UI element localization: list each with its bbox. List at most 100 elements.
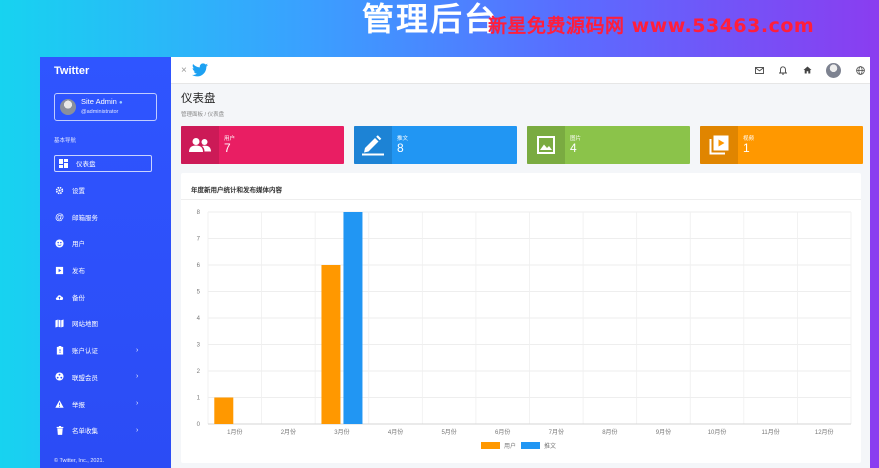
sidebar-item[interactable]: 设置 — [40, 177, 171, 204]
chevron-right-icon: › — [136, 400, 139, 408]
chart-panel: 年度新用户统计和发布媒体内容 0 1 2 3 4 5 6 7 8 1月份 2月份 3月份 4月份 5月份 6… — [181, 173, 861, 463]
sidebar-item-label: 用户 — [72, 241, 85, 249]
stat-card-value: 4 — [570, 141, 577, 155]
x-tick-label: 4月份 — [388, 428, 403, 436]
chevron-right-icon: › — [136, 426, 139, 434]
close-icon[interactable]: × — [181, 65, 187, 76]
sidebar-item[interactable]: 联盟会员 › — [40, 364, 171, 391]
verify-icon — [55, 345, 64, 355]
mail-icon[interactable] — [754, 65, 764, 75]
stat-card[interactable]: 用户 7 — [181, 126, 344, 164]
sidebar-item-label: 备份 — [72, 294, 85, 302]
affiliate-icon — [55, 372, 64, 381]
user-icon — [55, 239, 64, 248]
sidebar-item[interactable]: 名单收集 › — [40, 417, 171, 444]
y-tick-label: 0 — [197, 422, 201, 428]
sidebar-user-name: Site Admin — [81, 97, 117, 106]
x-tick-label: 1月份 — [227, 428, 242, 436]
publish-icon — [55, 266, 64, 275]
sidebar-item[interactable]: 网站地图 — [40, 310, 171, 337]
x-tick-label: 5月份 — [441, 428, 456, 436]
x-tick-label: 9月份 — [656, 428, 671, 436]
stat-card[interactable]: 推文 8 — [354, 126, 517, 164]
sidebar-item-label: 网站地图 — [72, 321, 98, 329]
legend-swatch — [481, 442, 500, 449]
x-tick-label: 2月份 — [281, 428, 296, 436]
breadcrumb[interactable]: 管理面板 / 仪表盘 — [181, 110, 870, 118]
sidebar-item[interactable]: 备份 — [40, 283, 171, 310]
map-icon — [55, 319, 64, 328]
stat-cards: 用户 7 推文 8 图片 4 视频 1 — [171, 118, 870, 164]
y-tick-label: 2 — [197, 369, 201, 375]
sidebar-item-label: 账户认证 — [72, 348, 98, 356]
users-icon — [181, 126, 219, 164]
sidebar-item[interactable]: 用户 — [40, 230, 171, 257]
banner-title: 管理后台 — [362, 0, 499, 38]
page-title: 仪表盘 — [181, 93, 216, 105]
home-icon[interactable] — [802, 65, 812, 75]
y-tick-label: 1 — [197, 396, 201, 402]
sidebar-item[interactable]: 仪表盘 — [40, 150, 171, 177]
sidebar-item-label: 设置 — [72, 188, 85, 196]
trash-icon — [55, 425, 64, 435]
cloud-upload-icon — [55, 292, 64, 301]
x-tick-label: 7月份 — [549, 428, 564, 436]
y-tick-label: 5 — [197, 290, 201, 296]
x-tick-label: 6月份 — [495, 428, 510, 436]
sidebar-menu: 仪表盘 设置 @ 邮箱服务 用户 发布 备份 网站地图 账户认证 › 联盟会员 › 举报 › 名单收集 › — [40, 150, 171, 444]
x-tick-label: 10月份 — [708, 428, 727, 436]
topbar: × — [171, 57, 870, 84]
bar-用户-3月份 — [321, 265, 341, 424]
sidebar-user-card[interactable]: Site Admin ● @administrator — [54, 93, 157, 121]
sidebar-item-label: 邮箱服务 — [72, 214, 98, 222]
y-tick-label: 3 — [197, 343, 201, 349]
verified-icon: ● — [118, 100, 123, 106]
stat-card[interactable]: 图片 4 — [527, 126, 690, 164]
stat-card-value: 7 — [224, 141, 231, 155]
stat-card-value: 8 — [397, 141, 404, 155]
y-tick-label: 8 — [197, 210, 201, 216]
sidebar: Twitter Site Admin ● @administrator 基本导航… — [40, 57, 171, 468]
y-tick-label: 7 — [197, 237, 201, 243]
sidebar-item-label: 仪表盘 — [76, 161, 96, 169]
at-icon: @ — [55, 211, 64, 222]
chevron-right-icon: › — [136, 373, 139, 381]
sidebar-item-label: 发布 — [72, 268, 85, 276]
bar-chart: 0 1 2 3 4 5 6 7 8 1月份 2月份 3月份 4月份 5月份 6月份 7月份 8月份 9月份 10月份… — [197, 210, 852, 450]
legend-swatch — [521, 442, 540, 449]
image-icon — [527, 126, 565, 164]
x-tick-label: 3月份 — [334, 428, 349, 436]
chevron-right-icon: › — [136, 346, 139, 354]
sidebar-item-label: 举报 — [72, 401, 85, 409]
watermark: 新星免费源码网 www.53463.com — [488, 15, 815, 37]
main-content: × 仪表盘 管理面板 / 仪表盘 用户 7 推文 8 图片 4 视频 1 年度新用户统计和发布… — [171, 57, 870, 468]
chart-title: 年度新用户统计和发布媒体内容 — [181, 173, 861, 200]
sidebar-section-title: 基本导航 — [54, 138, 77, 144]
sidebar-item[interactable]: 举报 › — [40, 390, 171, 417]
legend-label: 推文 — [544, 442, 556, 450]
x-tick-label: 11月份 — [762, 428, 780, 436]
bell-icon[interactable] — [778, 65, 788, 75]
y-tick-label: 4 — [197, 316, 201, 322]
twitter-bird-icon[interactable] — [191, 62, 208, 78]
dashboard-icon — [59, 158, 68, 168]
sidebar-item-label: 名单收集 — [72, 428, 98, 436]
gear-icon — [55, 186, 64, 195]
stat-card[interactable]: 视频 1 — [700, 126, 863, 164]
x-tick-label: 12月份 — [815, 428, 834, 436]
sidebar-footer: © Twitter, Inc., 2021. — [54, 458, 105, 464]
y-tick-label: 6 — [197, 263, 201, 269]
avatar[interactable] — [826, 62, 841, 78]
stat-card-value: 1 — [743, 141, 750, 155]
bar-用户-1月份 — [214, 397, 234, 424]
video-icon — [700, 126, 738, 164]
admin-app: Twitter Site Admin ● @administrator 基本导航… — [40, 57, 870, 468]
sidebar-item[interactable]: @ 邮箱服务 — [40, 203, 171, 230]
sidebar-item[interactable]: 账户认证 › — [40, 337, 171, 364]
sidebar-user-handle: @administrator — [81, 109, 119, 115]
sidebar-item[interactable]: 发布 — [40, 257, 171, 284]
globe-icon[interactable] — [855, 65, 865, 75]
x-tick-label: 8月份 — [602, 428, 617, 436]
sidebar-brand[interactable]: Twitter — [40, 57, 171, 84]
warning-icon — [55, 399, 64, 408]
